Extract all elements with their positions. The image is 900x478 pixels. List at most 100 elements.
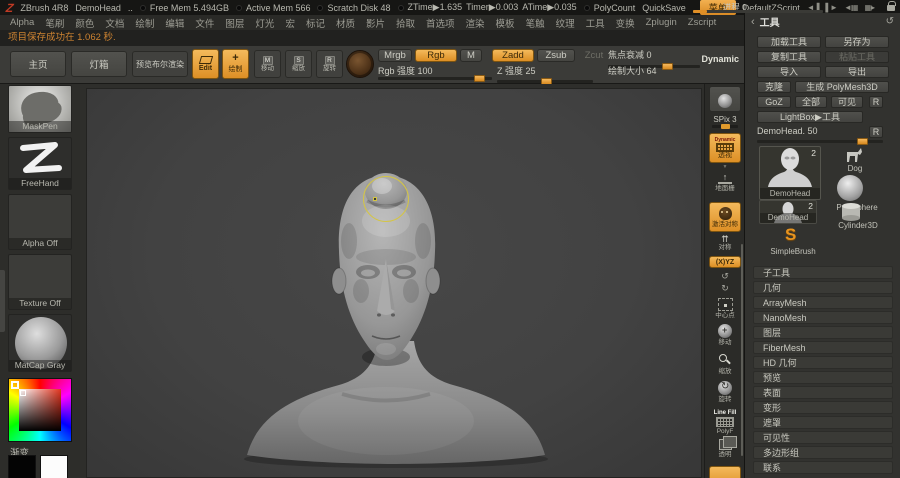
import-button[interactable]: 导入 <box>757 66 821 78</box>
goz-all-button[interactable]: 全部 <box>795 96 827 108</box>
menu-light[interactable]: 灯光 <box>255 16 274 30</box>
focal-shift-handle[interactable] <box>662 63 673 70</box>
document-viewport[interactable] <box>86 88 702 478</box>
radial-sym-cw-icon[interactable]: ↻ <box>709 283 741 294</box>
panel-history-icon[interactable]: ↺ <box>886 16 894 27</box>
menu-marker[interactable]: 标记 <box>306 16 325 30</box>
menu-file[interactable]: 文件 <box>195 16 214 30</box>
rgb-intensity-handle[interactable] <box>474 75 485 82</box>
clone-button[interactable]: 克隆 <box>757 81 791 93</box>
m-button[interactable]: M <box>460 49 482 62</box>
menu-material[interactable]: 材质 <box>336 16 355 30</box>
section-fibermesh[interactable]: FiberMesh <box>753 341 893 354</box>
tool-demohead2[interactable]: 2 DemoHead <box>759 200 817 224</box>
clipped-shelf-button[interactable] <box>709 466 741 478</box>
lock-icon[interactable] <box>887 0 897 11</box>
menu-draw[interactable]: 绘制 <box>135 16 154 30</box>
nav-move-button[interactable]: + 移动 <box>709 324 741 346</box>
transparency-button[interactable]: 透明 <box>709 436 741 458</box>
scale-button[interactable]: S 缩放 <box>285 50 312 78</box>
goz-visible-button[interactable]: 可见 <box>831 96 863 108</box>
section-polygroups[interactable]: 多边形组 <box>753 446 893 459</box>
menu-layer[interactable]: 图层 <box>225 16 244 30</box>
tool-dog[interactable] <box>843 146 865 165</box>
move-button[interactable]: M 移动 <box>254 50 281 78</box>
menu-zplugin[interactable]: Zplugin <box>646 17 677 28</box>
section-subtool[interactable]: 子工具 <box>753 266 893 279</box>
palette-dock-right-icon[interactable]: ▦▸ <box>864 3 875 12</box>
active-tool-handle[interactable] <box>857 138 868 145</box>
palette-dock-left-icon[interactable]: ◄▦ <box>844 3 859 12</box>
section-masking[interactable]: 遮罩 <box>753 416 893 429</box>
secondary-color-swatch[interactable] <box>40 455 68 478</box>
active-tool-r-button[interactable]: R <box>869 126 883 138</box>
section-surface[interactable]: 表面 <box>753 386 893 399</box>
perspective-button[interactable]: Dynamic 透视 <box>709 133 741 163</box>
stroke-selector[interactable]: FreeHand <box>8 137 72 190</box>
paste-tool-button[interactable]: 粘贴工具 <box>825 51 889 63</box>
goz-r-button[interactable]: R <box>869 96 883 108</box>
shelf-divider-caret-icon[interactable]: ▼ <box>709 164 741 170</box>
zbrush-logo-icon[interactable]: Z <box>5 1 14 15</box>
tray-divider-handle[interactable] <box>0 270 5 332</box>
section-nanomesh[interactable]: NanoMesh <box>753 311 893 324</box>
symmetry-axis-button[interactable]: (X)YZ <box>709 256 741 268</box>
nav-scale-button[interactable]: 缩放 <box>709 353 741 375</box>
material-selector[interactable]: MatCap Gray <box>8 314 72 372</box>
nav-rotate-button[interactable]: ↻ 旋转 <box>709 381 741 403</box>
edit-button[interactable]: Edit <box>192 49 219 79</box>
menu-zscript[interactable]: Zscript <box>688 17 717 28</box>
lightbox-tab[interactable]: 灯箱 <box>71 51 127 77</box>
panel-back-icon[interactable]: ‹ <box>751 16 755 28</box>
zadd-button[interactable]: Zadd <box>492 49 534 62</box>
menu-preferences[interactable]: 首选项 <box>426 16 455 30</box>
texture-selector[interactable]: Texture Off <box>8 254 72 310</box>
preview-boolean-button[interactable]: 预览布尔渲染 <box>132 51 188 77</box>
menu-tool[interactable]: 工具 <box>586 16 605 30</box>
load-tool-button[interactable]: 加载工具 <box>757 36 821 48</box>
zcut-button[interactable]: Zcut <box>579 49 609 62</box>
make-polymesh-button[interactable]: 生成 PolyMesh3D <box>795 81 889 93</box>
menu-alpha[interactable]: Alpha <box>10 17 34 28</box>
spix-slider[interactable]: SPix 3 <box>709 115 741 129</box>
z-intensity-slider[interactable]: Z 强度 25 <box>497 64 536 77</box>
menu-edit[interactable]: 编辑 <box>165 16 184 30</box>
save-as-button[interactable]: 另存为 <box>825 36 889 48</box>
section-visibility[interactable]: 可见性 <box>753 431 893 444</box>
export-button[interactable]: 导出 <box>825 66 889 78</box>
section-layers[interactable]: 图层 <box>753 326 893 339</box>
shelf-scrollbar[interactable] <box>741 244 743 456</box>
menu-texture[interactable]: 纹理 <box>556 16 575 30</box>
dynamic-mode-label[interactable]: Dynamic <box>701 54 739 64</box>
menu-picker[interactable]: 拾取 <box>396 16 415 30</box>
main-color-swatch[interactable] <box>8 455 36 478</box>
menu-transform[interactable]: 变换 <box>616 16 635 30</box>
z-intensity-track[interactable] <box>497 78 593 85</box>
section-deformation[interactable]: 变形 <box>753 401 893 414</box>
menu-render[interactable]: 渲染 <box>466 16 485 30</box>
selected-tool-thumbnail[interactable]: 2 DemoHead <box>759 146 821 200</box>
zsub-button[interactable]: Zsub <box>537 49 575 62</box>
menu-brush[interactable]: 笔刷 <box>45 16 64 30</box>
rgb-intensity-slider[interactable]: Rgb 强度 100 <box>378 64 433 77</box>
rotate-button[interactable]: R 旋转 <box>316 50 343 78</box>
draw-button[interactable]: + 绘制 <box>222 49 249 79</box>
color-picker[interactable] <box>8 378 72 442</box>
menu-stencil[interactable]: 模板 <box>496 16 515 30</box>
bpr-render-button[interactable]: BPR <box>709 86 741 112</box>
frame-center-button[interactable]: 中心点 <box>709 298 741 319</box>
active-tool-track[interactable] <box>757 138 883 145</box>
canvas-area[interactable] <box>80 84 704 478</box>
active-tool-slider[interactable]: DemoHead. 50 <box>757 126 818 136</box>
floor-grid-button[interactable]: ↑ 地面栅 <box>709 173 741 193</box>
brush-selector[interactable]: MaskPen <box>8 85 72 133</box>
tray-toggle-right-icon[interactable]: ▌► <box>825 3 838 12</box>
activate-symmetry-button[interactable]: 激活对称 <box>709 202 741 232</box>
lightbox-tool-button[interactable]: LightBox▶工具 <box>757 111 863 123</box>
menu-movie[interactable]: 影片 <box>366 16 385 30</box>
goz-button[interactable]: GoZ <box>757 96 791 108</box>
current-material-button[interactable] <box>346 50 374 78</box>
section-contact[interactable]: 联系 <box>753 461 893 474</box>
menu-macro[interactable]: 宏 <box>285 16 295 30</box>
mrgb-button[interactable]: Mrgb <box>378 49 412 62</box>
